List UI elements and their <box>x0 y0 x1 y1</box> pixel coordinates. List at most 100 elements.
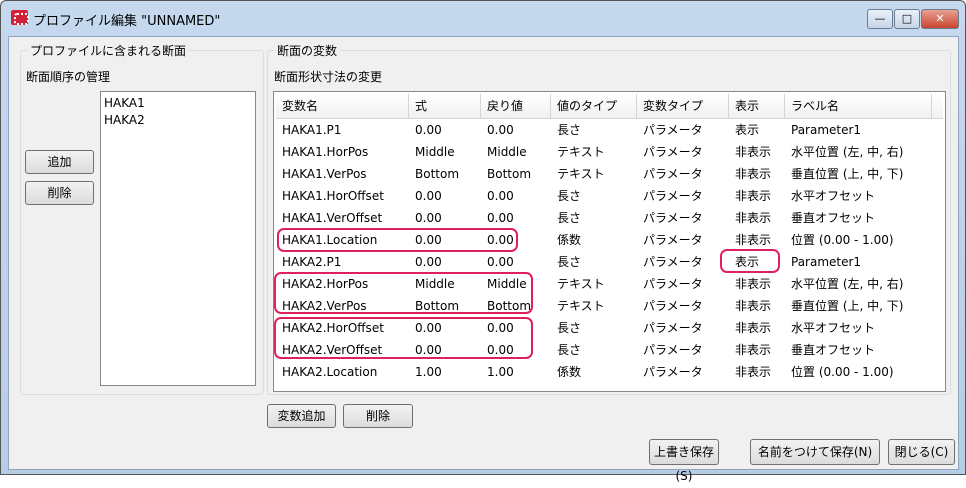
table-row[interactable]: HAKA1.HorOffset 0.00 0.00 長さ パラメータ 非表示 水平オフセット <box>276 185 945 207</box>
maximize-button[interactable]: □ <box>894 9 920 29</box>
window-title: プロファイル編集 "UNNAMED" <box>33 14 221 29</box>
table-cell[interactable]: Middle <box>481 141 551 163</box>
table-cell[interactable]: 垂直位置 (上, 中, 下) <box>785 295 932 317</box>
table-row[interactable]: HAKA1.HorPos Middle Middle テキスト パラメータ 非表示 水平位置… <box>276 141 945 163</box>
table-cell[interactable]: 長さ <box>551 207 637 229</box>
table-cell[interactable]: 長さ <box>551 119 637 141</box>
table-cell[interactable]: 係数 <box>551 229 637 251</box>
table-cell[interactable]: 0.00 <box>409 207 481 229</box>
table-cell[interactable]: Parameter1 <box>785 251 932 273</box>
table-cell[interactable]: パラメータ <box>637 185 729 207</box>
table-cell[interactable]: パラメータ <box>637 207 729 229</box>
table-cell[interactable]: 非表示 <box>729 163 785 185</box>
column-header[interactable]: 変数名 <box>276 94 409 118</box>
table-cell[interactable]: パラメータ <box>637 361 729 383</box>
table-cell[interactable]: 係数 <box>551 361 637 383</box>
table-cell[interactable]: パラメータ <box>637 251 729 273</box>
table-row[interactable]: HAKA1.P1 0.00 0.00 長さ パラメータ 表示 Parameter1 <box>276 119 945 141</box>
minimize-button[interactable]: — <box>867 9 893 29</box>
table-cell[interactable]: 水平オフセット <box>785 317 932 339</box>
highlight-haka1-location <box>277 228 518 252</box>
table-cell[interactable]: 0.00 <box>409 251 481 273</box>
table-cell[interactable]: 垂直位置 (上, 中, 下) <box>785 163 932 185</box>
table-cell[interactable]: パラメータ <box>637 141 729 163</box>
table-cell[interactable]: 非表示 <box>729 229 785 251</box>
table-cell[interactable]: テキスト <box>551 295 637 317</box>
table-row[interactable]: HAKA1.VerPos Bottom Bottom テキスト パラメータ 非表示 垂直位置… <box>276 163 945 185</box>
table-row[interactable]: HAKA1.VerOffset 0.00 0.00 長さ パラメータ 非表示 垂直オフセット <box>276 207 945 229</box>
column-header[interactable]: 表示 <box>729 94 785 118</box>
column-header[interactable]: 値のタイプ <box>551 94 637 118</box>
table-cell[interactable]: テキスト <box>551 273 637 295</box>
add-section-button[interactable]: 追加 <box>25 150 94 174</box>
table-cell[interactable]: Parameter1 <box>785 119 932 141</box>
section-list[interactable]: HAKA1 HAKA2 <box>100 91 256 386</box>
table-cell[interactable]: パラメータ <box>637 317 729 339</box>
table-cell[interactable]: 0.00 <box>481 119 551 141</box>
column-header[interactable]: 変数タイプ <box>637 94 729 118</box>
table-cell[interactable]: 非表示 <box>729 141 785 163</box>
delete-section-button[interactable]: 削除 <box>25 181 94 205</box>
table-row[interactable]: HAKA2.Location 1.00 1.00 係数 パラメータ 非表示 位置 (0.00… <box>276 361 945 383</box>
table-cell[interactable]: HAKA2.P1 <box>276 251 409 273</box>
table-cell[interactable]: 0.00 <box>409 185 481 207</box>
table-cell[interactable]: 水平位置 (左, 中, 右) <box>785 141 932 163</box>
table-row[interactable]: HAKA2.P1 0.00 0.00 長さ パラメータ 表示 Parameter1 <box>276 251 945 273</box>
table-cell[interactable]: 非表示 <box>729 361 785 383</box>
table-cell[interactable]: 非表示 <box>729 273 785 295</box>
table-cell[interactable]: 非表示 <box>729 295 785 317</box>
table-cell[interactable]: 水平位置 (左, 中, 右) <box>785 273 932 295</box>
table-cell[interactable]: HAKA2.Location <box>276 361 409 383</box>
table-cell[interactable]: HAKA1.HorOffset <box>276 185 409 207</box>
table-header: 変数名 式 戻り値 値のタイプ 変数タイプ 表示 ラベル名 <box>276 94 943 119</box>
table-cell[interactable]: Bottom <box>481 163 551 185</box>
column-header[interactable]: 戻り値 <box>481 94 551 118</box>
table-cell[interactable]: パラメータ <box>637 273 729 295</box>
delete-variable-button[interactable]: 削除 <box>343 404 413 428</box>
group-title: プロファイルに含まれる断面 <box>27 42 190 59</box>
table-cell[interactable]: HAKA1.P1 <box>276 119 409 141</box>
list-item[interactable]: HAKA2 <box>104 112 252 129</box>
table-cell[interactable]: 垂直オフセット <box>785 207 932 229</box>
table-cell[interactable]: 0.00 <box>481 251 551 273</box>
table-cell[interactable]: Middle <box>409 141 481 163</box>
table-cell[interactable]: 非表示 <box>729 339 785 361</box>
table-cell[interactable]: 位置 (0.00 - 1.00) <box>785 361 932 383</box>
table-cell[interactable]: 位置 (0.00 - 1.00) <box>785 229 932 251</box>
close-window-button[interactable]: ✕ <box>921 9 959 29</box>
close-button[interactable]: 閉じる(C) <box>888 439 955 465</box>
table-cell[interactable]: パラメータ <box>637 163 729 185</box>
table-cell[interactable]: 0.00 <box>481 185 551 207</box>
table-cell[interactable]: パラメータ <box>637 339 729 361</box>
table-cell[interactable]: パラメータ <box>637 295 729 317</box>
table-cell[interactable]: 非表示 <box>729 317 785 339</box>
table-cell[interactable]: 垂直オフセット <box>785 339 932 361</box>
table-cell[interactable]: Bottom <box>409 163 481 185</box>
table-cell[interactable]: テキスト <box>551 141 637 163</box>
table-cell[interactable]: HAKA1.HorPos <box>276 141 409 163</box>
table-cell[interactable]: 水平オフセット <box>785 185 932 207</box>
table-cell[interactable]: 表示 <box>729 119 785 141</box>
table-cell[interactable]: HAKA1.VerPos <box>276 163 409 185</box>
table-cell[interactable]: パラメータ <box>637 229 729 251</box>
table-cell[interactable]: 長さ <box>551 317 637 339</box>
table-cell[interactable]: 長さ <box>551 339 637 361</box>
table-cell[interactable]: 長さ <box>551 185 637 207</box>
table-cell[interactable]: 非表示 <box>729 207 785 229</box>
table-cell[interactable]: 長さ <box>551 251 637 273</box>
column-header[interactable]: 式 <box>409 94 481 118</box>
overwrite-save-button[interactable]: 上書き保存(S) <box>649 439 719 483</box>
table-cell[interactable]: テキスト <box>551 163 637 185</box>
add-variable-button[interactable]: 変数追加 <box>267 404 336 428</box>
save-as-button[interactable]: 名前をつけて保存(N) <box>750 439 880 465</box>
table-cell[interactable]: パラメータ <box>637 119 729 141</box>
table-cell[interactable]: 1.00 <box>409 361 481 383</box>
table-cell[interactable]: 1.00 <box>481 361 551 383</box>
table-cell[interactable]: 0.00 <box>481 207 551 229</box>
table-cell[interactable]: HAKA1.VerOffset <box>276 207 409 229</box>
list-item[interactable]: HAKA1 <box>104 95 252 112</box>
column-header[interactable]: ラベル名 <box>785 94 932 118</box>
highlight-haka2-p1-display <box>720 249 780 273</box>
table-cell[interactable]: 非表示 <box>729 185 785 207</box>
table-cell[interactable]: 0.00 <box>409 119 481 141</box>
